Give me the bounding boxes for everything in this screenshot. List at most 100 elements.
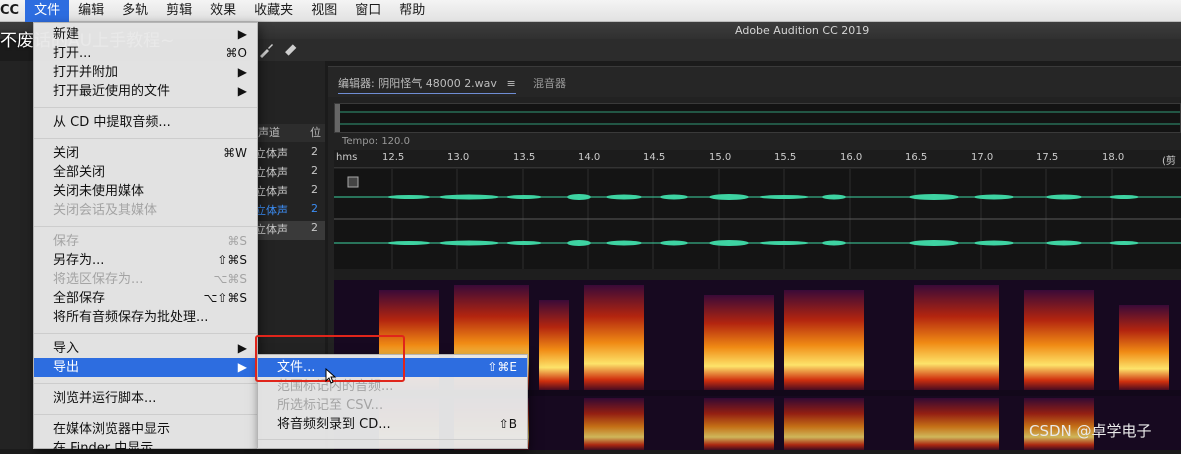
menu-help[interactable]: 帮助 [390, 0, 434, 22]
bit-cell: 2 [311, 202, 318, 215]
submenu-arrow-icon: ▶ [237, 360, 247, 374]
ruler-tick: 16.0 [840, 152, 863, 163]
menu-edit[interactable]: 编辑 [69, 0, 113, 22]
menu-item-new[interactable]: 新建 ▶ [34, 25, 257, 44]
time-ruler[interactable]: hms 12.5 13.0 13.5 14.0 14.5 15.0 15.5 1… [334, 150, 1181, 168]
menu-shortcut: ⌘S [227, 234, 247, 248]
ruler-tick: 12.5 [382, 152, 405, 163]
tab-editor-label: 编辑器: 阴阳怪气 48000 2.wav [338, 77, 497, 90]
bit-cell: 2 [311, 145, 318, 158]
submenu-item-burn-cd[interactable]: 将音频刻录到 CD... ⇧B [258, 415, 527, 434]
menu-window[interactable]: 窗口 [346, 0, 390, 22]
file-row[interactable]: 立体声 2 [255, 164, 325, 183]
watermark: CSDN @卓学电子 [1029, 422, 1152, 440]
toolbar [250, 39, 1181, 61]
menu-item-label: 在 Finder 中显示 [53, 441, 154, 451]
menu-item-label: 另存为... [53, 253, 105, 268]
menu-item-label: 将所有音频保存为批处理... [53, 310, 209, 325]
menu-app[interactable]: CC [0, 0, 25, 22]
tab-editor[interactable]: 编辑器: 阴阳怪气 48000 2.wav ≡ [338, 75, 516, 94]
menu-item-label: 关闭 [53, 146, 80, 161]
menu-separator [34, 333, 257, 334]
channel-cell: 立体声 [255, 185, 288, 198]
menu-multitrack[interactable]: 多轨 [113, 0, 157, 22]
menu-item-label: 浏览并运行脚本... [53, 391, 157, 406]
menu-item-label: 导入 [53, 341, 80, 356]
menu-item-close-session[interactable]: 关闭会话及其媒体 [34, 201, 257, 220]
ruler-tick: 15.5 [774, 152, 797, 163]
ruler-tick: 17.5 [1036, 152, 1059, 163]
menu-item-reveal-media-browser[interactable]: 在媒体浏览器中显示 [34, 420, 257, 439]
menu-item-save-as[interactable]: 另存为... ⇧⌘S [34, 251, 257, 270]
submenu-arrow-icon: ▶ [237, 341, 247, 355]
overview-waveform-graphic [335, 104, 1180, 132]
menu-shortcut: ⇧B [498, 417, 517, 431]
menu-item-save[interactable]: 保存 ⌘S [34, 232, 257, 251]
menu-effects[interactable]: 效果 [201, 0, 245, 22]
bit-cell: 2 [311, 164, 318, 177]
menu-separator [34, 226, 257, 227]
ruler-tick: 17.0 [971, 152, 994, 163]
channel-column-header[interactable]: 声道 [258, 124, 280, 142]
editor-tabs: 编辑器: 阴阳怪气 48000 2.wav ≡ 混音器 [328, 67, 1181, 97]
menu-shortcut: ⌘W [223, 146, 247, 160]
menu-item-label: 打开最近使用的文件 [53, 84, 171, 99]
menu-shortcut: ⌥⇧⌘S [203, 291, 248, 305]
menu-item-label: 打开并附加 [53, 65, 119, 80]
menu-item-close[interactable]: 关闭 ⌘W [34, 144, 257, 163]
panel-divider[interactable] [334, 269, 1181, 280]
waveform-display[interactable] [334, 169, 1181, 269]
menu-item-close-unused[interactable]: 关闭未使用媒体 [34, 182, 257, 201]
menu-item-run-script[interactable]: 浏览并运行脚本... [34, 389, 257, 408]
menu-shortcut: ⇧⌘S [217, 253, 247, 267]
ruler-tick: (剪 [1162, 156, 1176, 167]
menu-item-save-all[interactable]: 全部保存 ⌥⇧⌘S [34, 289, 257, 308]
submenu-arrow-icon: ▶ [237, 84, 247, 98]
file-row[interactable]: 立体声 2 [255, 145, 325, 164]
menu-item-import[interactable]: 导入 ▶ [34, 339, 257, 358]
menu-item-label: 保存 [53, 234, 80, 249]
menu-item-close-all[interactable]: 全部关闭 [34, 163, 257, 182]
channel-cell: 立体声 [255, 166, 288, 179]
channel-cell: 立体声 [255, 223, 288, 236]
menu-item-batch-save[interactable]: 将所有音频保存为批处理... [34, 308, 257, 327]
menu-item-extract-cd[interactable]: 从 CD 中提取音频... [34, 113, 257, 132]
tab-menu-icon[interactable]: ≡ [506, 77, 515, 90]
submenu-item-markers-csv[interactable]: 所选标记至 CSV... [258, 396, 527, 415]
file-row[interactable]: 立体声 2 [255, 202, 325, 221]
menu-item-export[interactable]: 导出 ▶ [34, 358, 257, 377]
menu-item-open[interactable]: 打开... ⌘O [34, 44, 257, 63]
submenu-arrow-icon: ▶ [237, 65, 247, 79]
menu-view[interactable]: 视图 [302, 0, 346, 22]
menu-shortcut: ⌘O [225, 46, 247, 60]
menu-item-label: 从 CD 中提取音频... [53, 115, 171, 130]
menu-item-reveal-finder[interactable]: 在 Finder 中显示 [34, 439, 257, 451]
tab-mixer[interactable]: 混音器 [533, 75, 566, 91]
menu-clip[interactable]: 剪辑 [157, 0, 201, 22]
menu-favorites[interactable]: 收藏夹 [245, 0, 302, 22]
file-menu: 新建 ▶ 打开... ⌘O 打开并附加 ▶ 打开最近使用的文件 ▶ 从 CD 中提取音频… [33, 22, 258, 451]
spot-healing-tool-icon[interactable] [282, 42, 298, 58]
menu-shortcut: ⌥⌘S [213, 272, 247, 286]
menu-item-open-append[interactable]: 打开并附加 ▶ [34, 63, 257, 82]
menu-item-open-recent[interactable]: 打开最近使用的文件 ▶ [34, 82, 257, 101]
channel-cell: 立体声 [255, 204, 288, 217]
ruler-tick: 14.0 [578, 152, 601, 163]
menu-file[interactable]: 文件 [25, 0, 70, 22]
waveform-graphic [334, 169, 1181, 269]
ruler-tick: 14.5 [643, 152, 666, 163]
menu-item-save-selection[interactable]: 将选区保存为... ⌥⌘S [34, 270, 257, 289]
menu-item-label: 全部关闭 [53, 165, 106, 180]
file-row[interactable]: 立体声 2 [255, 183, 325, 202]
bit-cell: 2 [311, 221, 318, 234]
menu-item-label: 关闭未使用媒体 [53, 184, 145, 199]
file-row-selected[interactable]: 立体声 2 [255, 221, 325, 240]
bit-column-header[interactable]: 位 [310, 124, 321, 142]
overview-waveform[interactable] [334, 103, 1181, 133]
ruler-tick: 15.0 [709, 152, 732, 163]
menu-separator [34, 383, 257, 384]
menu-item-label: 所选标记至 CSV... [277, 398, 384, 413]
files-panel-header: 声道 位 [250, 124, 325, 142]
brush-tool-icon[interactable] [258, 42, 274, 58]
menu-separator [34, 107, 257, 108]
